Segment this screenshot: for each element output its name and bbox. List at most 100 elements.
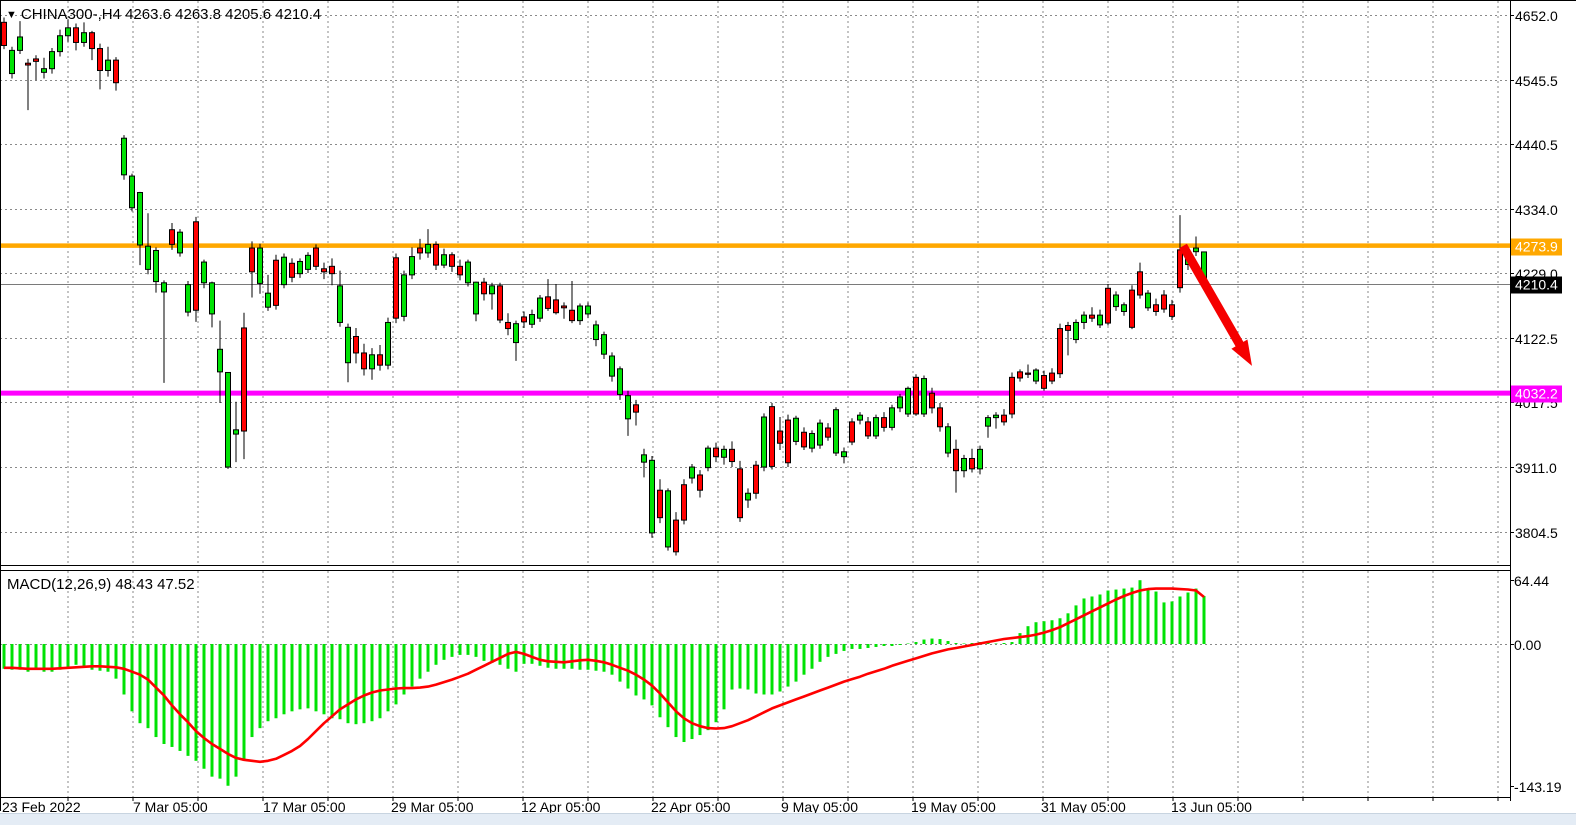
macd-bar	[379, 644, 382, 718]
candle	[722, 449, 727, 457]
candle	[1106, 288, 1111, 323]
macd-bar	[427, 644, 430, 672]
candle	[634, 405, 639, 412]
macd-bar	[875, 644, 878, 647]
candle	[362, 353, 367, 369]
candle	[762, 417, 767, 467]
macd-bar	[1187, 593, 1190, 644]
candle	[890, 408, 895, 428]
candle	[130, 176, 135, 208]
macd-bar	[315, 644, 318, 711]
macd-bar	[1051, 620, 1054, 644]
macd-bar	[787, 644, 790, 687]
candle	[698, 475, 703, 490]
macd-bar	[643, 644, 646, 699]
candle	[666, 491, 671, 547]
candle	[1026, 373, 1031, 374]
candlesticks	[2, 17, 1207, 555]
candle	[1178, 250, 1183, 288]
window-bottom-strip	[0, 813, 1576, 825]
candle	[1170, 305, 1175, 317]
candle	[474, 282, 479, 314]
candle	[938, 408, 943, 427]
macd-bar	[219, 644, 222, 779]
macd-bar	[811, 644, 814, 669]
macd-bar	[1203, 596, 1206, 644]
candle	[1042, 376, 1047, 389]
macd-bar	[763, 644, 766, 694]
macd-bar	[1091, 596, 1094, 644]
candle	[1130, 290, 1135, 327]
macd-bar	[515, 644, 518, 672]
macd-bar	[803, 644, 806, 675]
candle	[258, 248, 263, 283]
candle	[170, 230, 175, 245]
candle	[626, 396, 631, 419]
candle	[370, 355, 375, 369]
macd-bar	[179, 644, 182, 751]
price-chart-canvas[interactable]	[0, 0, 1576, 825]
macd-bar	[651, 644, 654, 705]
macd-bar	[299, 644, 302, 709]
candle	[306, 255, 311, 269]
macd-bar	[795, 644, 798, 682]
candle	[10, 50, 15, 73]
macd-bar	[371, 644, 374, 721]
candle	[1058, 329, 1063, 374]
macd-bar	[155, 644, 158, 737]
macd-bar	[595, 644, 598, 671]
candle	[978, 449, 983, 469]
candle	[730, 449, 735, 461]
candle	[802, 432, 807, 447]
candle	[578, 306, 583, 321]
support-price-chip: 4032.2	[1511, 386, 1562, 403]
candle	[186, 285, 191, 312]
candle	[650, 460, 655, 533]
macd-bar	[1011, 642, 1014, 644]
price-axis-tick: 3911.0	[1515, 460, 1557, 476]
price-axis-tick: 4122.5	[1515, 331, 1558, 347]
candle	[354, 336, 359, 352]
macd-bar	[771, 644, 774, 694]
candle	[1082, 315, 1087, 322]
candle	[810, 433, 815, 448]
macd-bar	[467, 644, 470, 655]
symbol-dropdown-icon[interactable]: ▼	[6, 9, 17, 21]
candle	[74, 28, 79, 43]
candle	[1194, 248, 1199, 252]
macd-bar	[739, 644, 742, 689]
macd-bar	[243, 644, 246, 761]
macd-bar	[475, 644, 478, 657]
macd-bar	[715, 644, 718, 722]
mt4-chart-window: ▼CHINA300-,H4 4263.6 4263.8 4205.6 4210.…	[0, 0, 1576, 825]
macd-bar	[291, 644, 294, 711]
candle	[690, 467, 695, 478]
macd-bar	[1075, 605, 1078, 644]
macd-bar	[131, 644, 134, 711]
candle	[1018, 372, 1023, 378]
macd-bar	[779, 644, 782, 692]
macd-bar	[323, 644, 326, 714]
candle	[250, 248, 255, 272]
macd-bar	[827, 644, 830, 657]
candle	[914, 377, 919, 414]
macd-bar	[627, 644, 630, 689]
price-axis-tick: 4545.5	[1515, 73, 1558, 89]
candle	[58, 36, 63, 52]
macd-bar	[675, 644, 678, 737]
trend-arrow[interactable]	[1183, 246, 1252, 366]
macd-bar	[419, 644, 422, 679]
candle	[330, 266, 335, 273]
macd-bar	[147, 644, 150, 728]
macd-bar	[603, 644, 606, 672]
macd-bar	[171, 644, 174, 747]
macd-bar	[1147, 589, 1150, 644]
candle	[1066, 326, 1071, 331]
candle	[818, 423, 823, 445]
candle	[826, 428, 831, 437]
macd-bar	[347, 644, 350, 723]
chart-title: ▼CHINA300-,H4 4263.6 4263.8 4205.6 4210.…	[6, 6, 321, 23]
candle	[778, 431, 783, 443]
macd-axis-tick: 64.44	[1514, 573, 1549, 589]
candle	[18, 37, 23, 50]
